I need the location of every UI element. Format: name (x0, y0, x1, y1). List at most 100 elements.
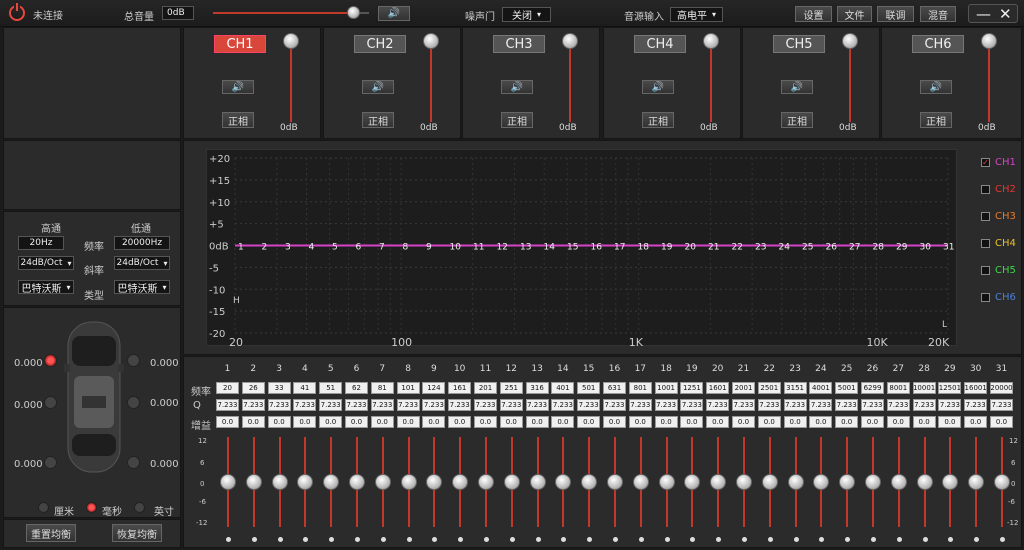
delay-speaker-ml[interactable] (44, 396, 57, 409)
eq-band-freq-input[interactable]: 501 (577, 382, 601, 394)
graph-band-marker[interactable]: 1 (238, 243, 244, 253)
mix-button[interactable]: 混音 (920, 6, 956, 22)
master-mute-button[interactable]: 🔊 (378, 6, 410, 21)
channel-1-volume-track[interactable] (290, 42, 292, 122)
lowpass-slope-dropdown[interactable]: 24dB/Oct (114, 256, 170, 270)
legend-ch6-checkbox[interactable]: CH6 (981, 292, 1016, 303)
channel-3-mute-button[interactable]: 🔊 (501, 80, 533, 94)
graph-band-marker[interactable]: 29 (896, 243, 908, 253)
eq-band-q-input[interactable]: 7.233 (757, 399, 781, 411)
eq-band-q-input[interactable]: 7.233 (551, 399, 575, 411)
eq-band-slider-knob[interactable] (220, 474, 236, 490)
noise-gate-dropdown[interactable]: 关闭 (502, 7, 551, 22)
eq-band-slider-knob[interactable] (942, 474, 959, 490)
channel-2-volume-knob[interactable] (423, 33, 439, 49)
channel-1-phase-button[interactable]: 正相 (222, 112, 254, 128)
eq-band-gain-input[interactable]: 0.0 (319, 416, 343, 428)
link-adjust-button[interactable]: 联调 (877, 6, 914, 22)
eq-band-gain-input[interactable]: 0.0 (293, 416, 317, 428)
eq-band-q-input[interactable]: 7.233 (990, 399, 1013, 411)
graph-band-marker[interactable]: 23 (755, 243, 766, 253)
delay-speaker-rr[interactable] (127, 456, 140, 469)
lowpass-freq[interactable]: 20000Hz (114, 236, 170, 250)
eq-band-freq-input[interactable]: 5001 (835, 382, 859, 394)
eq-band-freq-input[interactable]: 41 (293, 382, 317, 394)
graph-band-marker[interactable]: 19 (661, 243, 673, 253)
eq-band-q-input[interactable]: 7.233 (319, 399, 343, 411)
eq-band-slider-knob[interactable] (710, 474, 727, 490)
eq-band-freq-input[interactable]: 4001 (809, 382, 833, 394)
eq-band-q-input[interactable]: 7.233 (345, 399, 368, 411)
eq-band-q-input[interactable]: 7.233 (964, 399, 988, 411)
eq-band-gain-input[interactable]: 0.0 (370, 416, 394, 428)
channel-1-volume-knob[interactable] (283, 33, 299, 49)
delay-speaker-fr[interactable] (127, 354, 140, 367)
eq-band-slider-knob[interactable] (787, 474, 804, 490)
eq-band-slider-knob[interactable] (658, 474, 675, 490)
eq-band-freq-input[interactable]: 10001 (912, 382, 936, 394)
eq-band-slider-knob[interactable] (916, 474, 933, 490)
eq-band-q-input[interactable]: 7.233 (938, 399, 962, 411)
channel-6-volume-track[interactable] (988, 42, 990, 122)
eq-band-gain-input[interactable]: 0.0 (809, 416, 833, 428)
delay-speaker-fl[interactable] (44, 354, 57, 367)
eq-band-q-input[interactable]: 7.233 (628, 399, 652, 411)
graph-band-marker[interactable]: 27 (849, 243, 860, 253)
graph-band-marker[interactable]: 30 (920, 243, 932, 253)
eq-response-plot[interactable]: +20 +15 +10 +5 0dB -5 -10 -15 -20 20 100 1K 10K 20K 1 2… (206, 149, 957, 349)
eq-band-slider-knob[interactable] (426, 474, 443, 490)
channel-3-phase-button[interactable]: 正相 (501, 112, 533, 128)
eq-band-freq-input[interactable]: 2501 (757, 382, 781, 394)
eq-band-gain-input[interactable]: 0.0 (680, 416, 704, 428)
eq-band-gain-input[interactable]: 0.0 (757, 416, 781, 428)
eq-band-freq-input[interactable]: 2001 (732, 382, 755, 394)
eq-band-slider-knob[interactable] (529, 474, 546, 490)
eq-band-q-input[interactable]: 7.233 (267, 399, 291, 411)
channel-2-phase-button[interactable]: 正相 (362, 112, 394, 128)
legend-ch3-checkbox[interactable]: CH3 (981, 211, 1016, 222)
graph-band-marker[interactable]: 21 (708, 243, 719, 253)
eq-band-freq-input[interactable]: 1001 (654, 382, 678, 394)
channel-2-select-button[interactable]: CH2 (354, 35, 406, 53)
minimize-icon[interactable]: — (976, 5, 991, 23)
eq-band-q-input[interactable]: 7.233 (912, 399, 936, 411)
reset-eq-button[interactable]: 重置均衡 (26, 524, 76, 542)
channel-3-volume-track[interactable] (569, 42, 571, 122)
eq-band-q-input[interactable]: 7.233 (835, 399, 859, 411)
eq-band-freq-input[interactable]: 801 (628, 382, 652, 394)
eq-band-gain-input[interactable]: 0.0 (474, 416, 497, 428)
graph-band-marker[interactable]: 20 (685, 243, 697, 253)
eq-band-freq-input[interactable]: 51 (319, 382, 343, 394)
close-icon[interactable]: ✕ (999, 5, 1012, 23)
eq-band-slider-knob[interactable] (994, 474, 1010, 490)
channel-4-volume-track[interactable] (710, 42, 712, 122)
eq-band-gain-input[interactable]: 0.0 (345, 416, 368, 428)
eq-band-q-input[interactable]: 7.233 (474, 399, 497, 411)
eq-band-q-input[interactable]: 7.233 (396, 399, 420, 411)
graph-band-marker[interactable]: 7 (379, 243, 385, 253)
eq-band-freq-input[interactable]: 12501 (938, 382, 962, 394)
power-icon[interactable] (9, 3, 25, 21)
graph-band-marker[interactable]: 6 (356, 243, 362, 253)
eq-band-gain-input[interactable]: 0.0 (732, 416, 755, 428)
eq-band-slider-knob[interactable] (684, 474, 701, 490)
unit-inch-radio[interactable] (134, 502, 145, 513)
eq-band-freq-input[interactable]: 26 (241, 382, 265, 394)
graph-band-marker[interactable]: 11 (473, 243, 484, 253)
graph-band-marker[interactable]: 31 (943, 243, 954, 253)
delay-speaker-rl[interactable] (44, 456, 57, 469)
eq-band-slider-knob[interactable] (452, 474, 469, 490)
eq-band-gain-input[interactable]: 0.0 (783, 416, 807, 428)
eq-band-gain-input[interactable]: 0.0 (216, 416, 239, 428)
eq-band-q-input[interactable]: 7.233 (654, 399, 678, 411)
eq-band-gain-input[interactable]: 0.0 (886, 416, 910, 428)
master-volume-slider[interactable] (213, 6, 369, 19)
eq-band-freq-input[interactable]: 16001 (964, 382, 988, 394)
graph-band-marker[interactable]: 4 (309, 243, 315, 253)
eq-band-gain-input[interactable]: 0.0 (422, 416, 446, 428)
eq-band-slider-knob[interactable] (736, 474, 752, 490)
eq-band-freq-input[interactable]: 8001 (886, 382, 910, 394)
eq-band-q-input[interactable]: 7.233 (370, 399, 394, 411)
graph-band-marker[interactable]: 17 (614, 243, 625, 253)
eq-band-q-input[interactable]: 7.233 (577, 399, 601, 411)
